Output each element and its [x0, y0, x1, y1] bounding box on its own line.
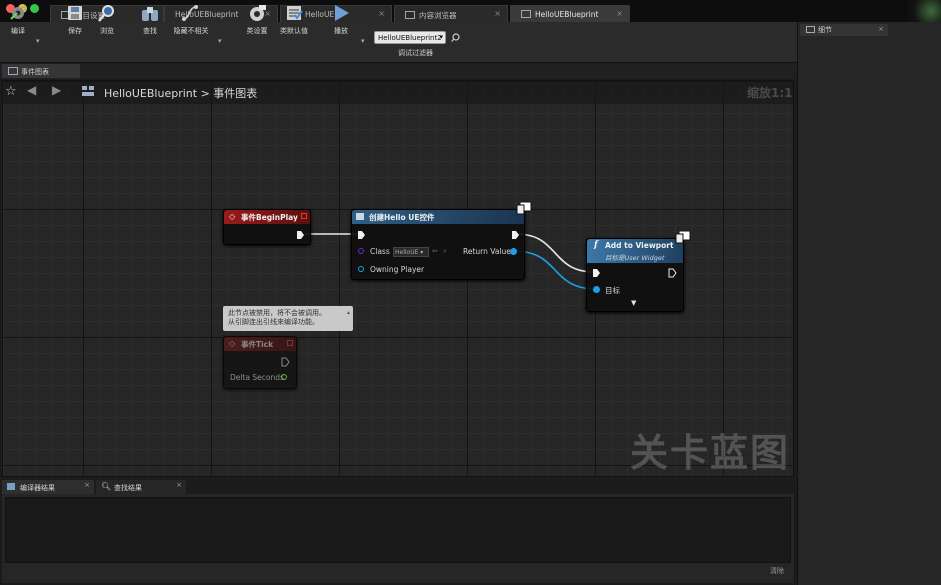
event-diamond-icon: ◇: [229, 339, 236, 348]
delegate-pin-icon[interactable]: [287, 340, 293, 346]
node-header: 创建Hello UE控件: [352, 210, 524, 224]
node-create-widget[interactable]: 创建Hello UE控件 Class HelloUE ▾ ⇐ ⌕ Return …: [351, 209, 525, 280]
exec-out-pin[interactable]: [296, 230, 305, 240]
object-wire-return-to-target: [513, 250, 597, 290]
node-event-beginplay[interactable]: ◇ 事件BeginPlay: [223, 209, 311, 245]
tab-compiler-results[interactable]: 编译器结果 ×: [2, 480, 94, 494]
graph-watermark: 关卡蓝图: [630, 431, 791, 475]
use-selected-icon[interactable]: ⇐: [432, 247, 438, 255]
pin-comment-icon[interactable]: ▴: [347, 308, 350, 317]
browse-asset-icon[interactable]: ⌕: [443, 247, 447, 256]
close-tab-icon[interactable]: ×: [176, 481, 182, 489]
node-header: ◇ 事件BeginPlay: [224, 210, 310, 224]
client-server-icon: [675, 230, 691, 244]
tab-find-results[interactable]: 🔍︎ 查找结果 ×: [96, 480, 186, 494]
widget-icon: [356, 213, 364, 220]
delegate-pin-icon[interactable]: [301, 213, 307, 219]
client-server-icon: [516, 201, 532, 215]
class-select[interactable]: HelloUE ▾: [393, 247, 429, 257]
exec-in-pin[interactable]: [357, 230, 366, 240]
function-icon: f: [594, 240, 598, 250]
target-pin[interactable]: [593, 286, 600, 293]
event-diamond-icon: ◇: [229, 212, 236, 221]
compiler-log-area[interactable]: [5, 497, 791, 563]
compiler-results-icon: [7, 483, 15, 490]
node-add-to-viewport[interactable]: f Add to Viewport 目标是User Widget 目标 ▼: [586, 238, 684, 312]
disabled-comment-bubble: 此节点被禁用，将不会被调用。 从引脚连出引线来编译功能。 ▴: [223, 306, 353, 331]
delta-seconds-pin[interactable]: [281, 374, 287, 380]
class-pin[interactable]: [358, 248, 364, 254]
exec-out-pin[interactable]: [668, 268, 677, 278]
owning-player-pin[interactable]: [358, 266, 364, 272]
find-results-icon: 🔍︎: [101, 482, 112, 491]
clear-button[interactable]: 清除: [770, 566, 784, 576]
node-header: ◇ 事件Tick: [224, 337, 296, 351]
exec-out-pin[interactable]: [511, 230, 520, 240]
expand-node-icon[interactable]: ▼: [631, 299, 636, 307]
exec-out-pin[interactable]: [281, 357, 290, 367]
exec-in-pin[interactable]: [592, 268, 601, 278]
return-value-pin[interactable]: [510, 248, 517, 255]
node-header: f Add to Viewport 目标是User Widget: [587, 239, 683, 263]
close-tab-icon[interactable]: ×: [84, 481, 90, 489]
node-event-tick[interactable]: ◇ 事件Tick Delta Seconds: [223, 336, 297, 389]
